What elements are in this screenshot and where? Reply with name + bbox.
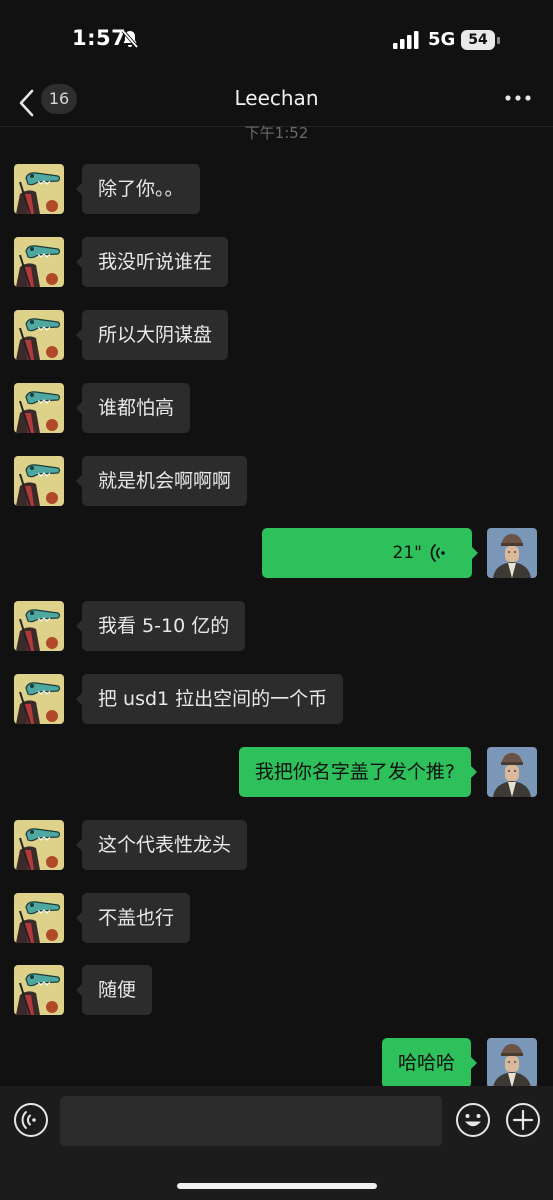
- voice-duration: 21": [392, 543, 422, 563]
- message-outgoing: 我把你名字盖了发个推?: [0, 747, 553, 799]
- message-bubble[interactable]: 哈哈哈: [381, 1038, 478, 1088]
- input-bar: [0, 1086, 553, 1200]
- more-dots-icon[interactable]: [504, 93, 532, 103]
- network-type: 5G: [428, 29, 456, 50]
- contact-avatar[interactable]: [14, 893, 64, 943]
- plus-icon[interactable]: [505, 1102, 541, 1138]
- message-bubble[interactable]: 这个代表性龙头: [75, 820, 248, 870]
- chevron-left-icon[interactable]: [16, 86, 38, 120]
- contact-avatar[interactable]: [14, 164, 64, 214]
- message-bubble[interactable]: 就是机会啊啊啊: [75, 456, 248, 506]
- signal-icon: [393, 31, 419, 49]
- voice-message-bubble[interactable]: 21": [262, 528, 478, 578]
- contact-avatar[interactable]: [14, 237, 64, 287]
- message-bubble[interactable]: 我没听说谁在: [75, 237, 229, 287]
- contact-avatar[interactable]: [14, 674, 64, 724]
- chat-title: Leechan: [234, 86, 319, 110]
- my-avatar[interactable]: [487, 747, 537, 797]
- my-avatar[interactable]: [487, 528, 537, 578]
- status-time: 1:57: [72, 26, 127, 50]
- time-divider: 下午1:52: [244, 124, 309, 142]
- chat-screen: 1:57 5G 54 16 Leechan 下午1:52 除了你。。 我没听说谁…: [0, 0, 553, 1200]
- message-input[interactable]: [60, 1096, 442, 1146]
- message-bubble[interactable]: 所以大阴谋盘: [75, 310, 229, 360]
- bell-slash-icon: [121, 29, 139, 49]
- emoji-icon[interactable]: [455, 1102, 491, 1138]
- contact-avatar[interactable]: [14, 965, 64, 1015]
- message-bubble[interactable]: 把 usd1 拉出空间的一个币: [75, 674, 344, 724]
- my-avatar[interactable]: [487, 1038, 537, 1088]
- contact-avatar[interactable]: [14, 456, 64, 506]
- battery-cap: [497, 37, 500, 44]
- contact-avatar[interactable]: [14, 383, 64, 433]
- contact-avatar[interactable]: [14, 601, 64, 651]
- unread-count-badge[interactable]: 16: [41, 84, 77, 114]
- message-outgoing-voice: 21": [0, 528, 553, 580]
- chat-header: 16 Leechan: [0, 80, 553, 127]
- voice-icon[interactable]: [13, 1102, 49, 1138]
- battery-indicator: 54: [461, 30, 495, 50]
- message-bubble[interactable]: 随便: [75, 965, 153, 1015]
- message-bubble[interactable]: 不盖也行: [75, 893, 191, 943]
- message-outgoing: 哈哈哈: [0, 1038, 553, 1090]
- message-bubble[interactable]: 除了你。。: [76, 164, 200, 214]
- message-bubble[interactable]: 谁都怕高: [75, 383, 191, 433]
- status-bar: 1:57 5G 54: [0, 0, 553, 80]
- home-indicator[interactable]: [177, 1183, 377, 1189]
- contact-avatar[interactable]: [14, 310, 64, 360]
- message-bubble[interactable]: 我把你名字盖了发个推?: [238, 747, 478, 797]
- message-bubble[interactable]: 我看 5-10 亿的: [75, 601, 246, 651]
- battery-level: 54: [468, 32, 488, 48]
- contact-avatar[interactable]: [14, 820, 64, 870]
- voice-wave-icon: [430, 544, 445, 562]
